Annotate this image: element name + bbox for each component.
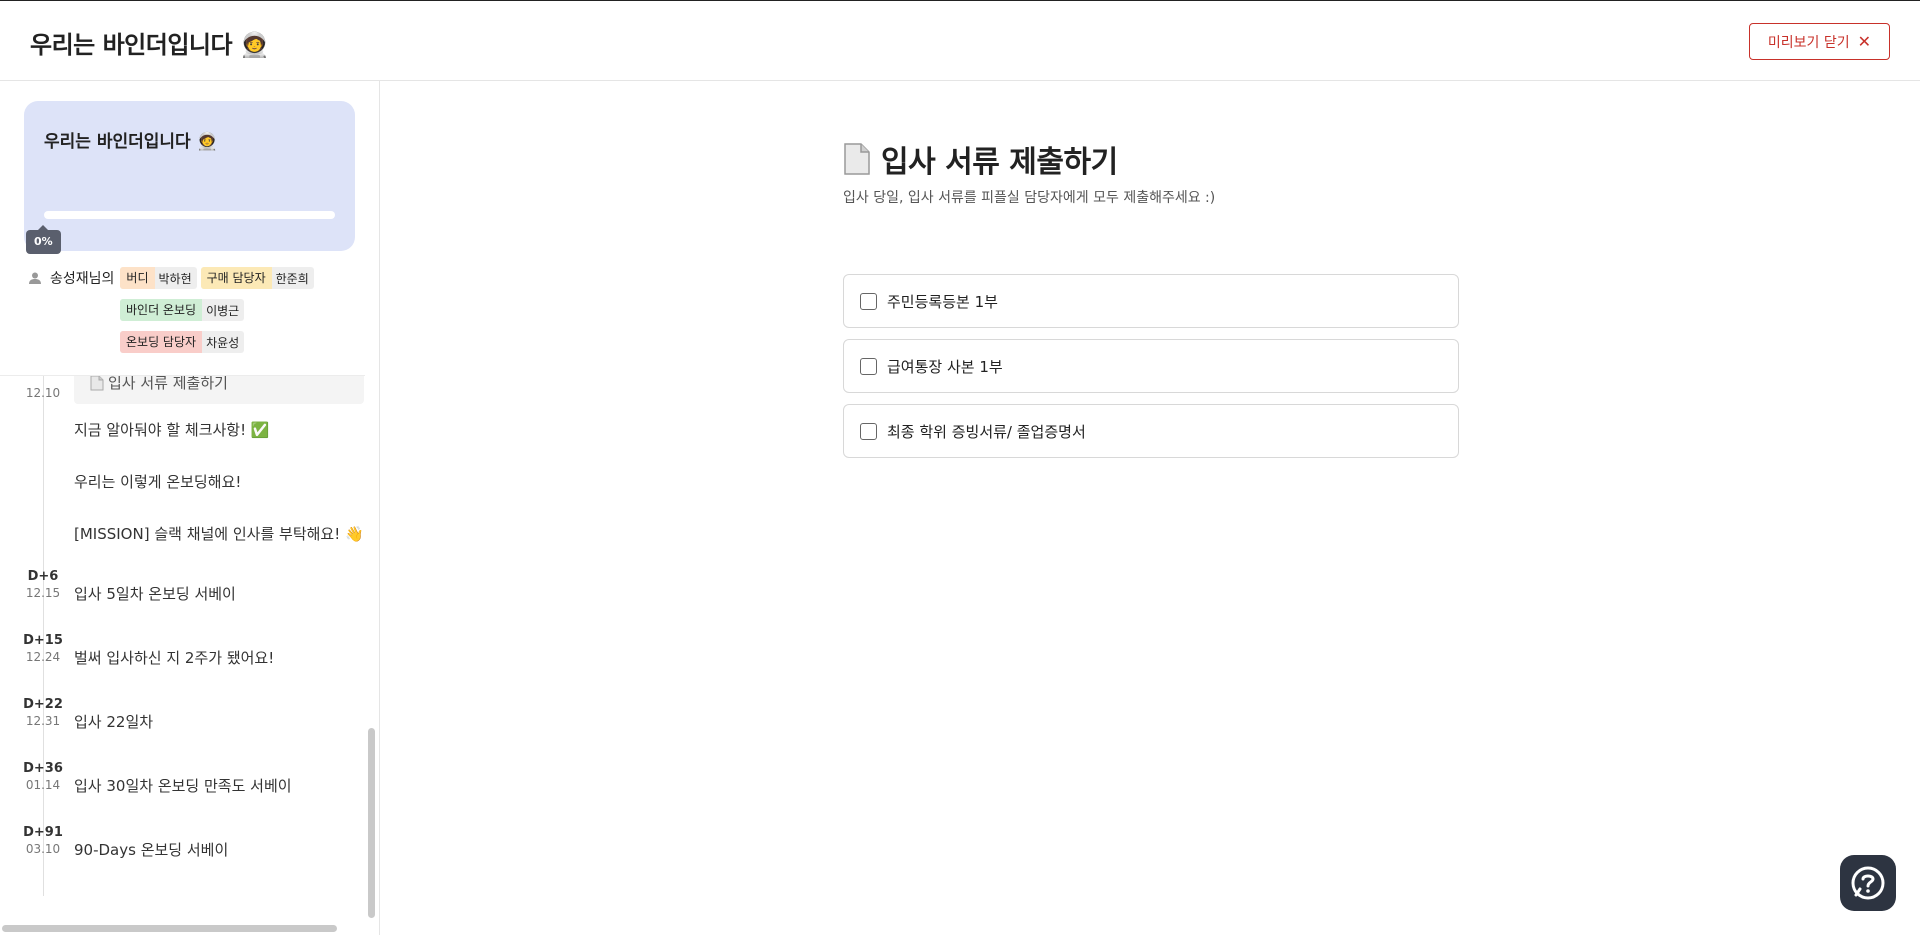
member-tag: 버디 박하현: [120, 267, 197, 289]
timeline-item[interactable]: 입사 5일차 온보딩 서베이: [74, 583, 236, 604]
members-row-2: 바인더 온보딩 이병근: [120, 299, 245, 321]
help-icon: [1851, 866, 1885, 900]
day-offset: D+15: [23, 633, 63, 648]
timeline-item[interactable]: 지금 알아둬야 할 체크사항! ✅: [74, 419, 270, 440]
member-tag: 구매 담당자 한준희: [200, 267, 314, 289]
timeline-item[interactable]: 입사 30일차 온보딩 만족도 서베이: [74, 775, 292, 796]
day-offset: D+36: [23, 761, 63, 776]
timeline-item[interactable]: 벌써 입사하신 지 2주가 됐어요!: [74, 647, 274, 668]
member-name: 한준희: [275, 271, 309, 286]
timeline-list: 12.10 입사 서류 제출하기 지금 알아둬야 할 체크사항! ✅ 우리는 이…: [0, 375, 365, 935]
checklist-item[interactable]: 최종 학위 증빙서류/ 졸업증명서: [843, 404, 1459, 458]
checkbox[interactable]: [860, 357, 877, 375]
checklist-item[interactable]: 주민등록등본 1부: [843, 274, 1459, 328]
progress-bar: [44, 211, 335, 219]
timeline-item[interactable]: 우리는 이렇게 온보딩해요!: [74, 471, 241, 492]
timeline-item[interactable]: 90-Days 온보딩 서베이: [74, 839, 228, 860]
checkbox[interactable]: [860, 292, 877, 310]
timeline-item[interactable]: [MISSION] 슬랙 채널에 인사를 부탁해요! 👋: [74, 523, 364, 544]
app-title: 우리는 바인더입니다 🧑‍🚀: [30, 31, 270, 59]
day-offset: D+22: [23, 697, 63, 712]
close-icon: ✕: [1857, 31, 1871, 51]
horizontal-scrollbar[interactable]: [2, 925, 337, 932]
member-role: 버디: [120, 267, 155, 289]
person-icon: [29, 272, 41, 284]
page-title-text: 입사 서류 제출하기: [881, 145, 1118, 180]
help-button[interactable]: [1840, 855, 1896, 911]
timeline-item-label: 입사 서류 제출하기: [108, 375, 228, 392]
timeline-item-active[interactable]: 입사 서류 제출하기: [74, 375, 364, 404]
day-offset: D+6: [27, 569, 59, 584]
document-icon: [844, 143, 870, 175]
member-name: 박하현: [158, 271, 192, 286]
top-bar: 우리는 바인더입니다 🧑‍🚀 미리보기 닫기 ✕: [0, 0, 1920, 81]
member-name: 차윤성: [206, 335, 240, 350]
member-tag: 온보딩 담당자 차윤성: [120, 331, 245, 353]
checklist-label: 급여통장 사본 1부: [887, 357, 1003, 376]
day-offset: D+91: [23, 825, 63, 840]
members-row-3: 온보딩 담당자 차윤성: [120, 331, 245, 353]
member-role: 바인더 온보딩: [120, 299, 203, 321]
document-icon: [90, 376, 104, 390]
checklist-item[interactable]: 급여통장 사본 1부: [843, 339, 1459, 393]
sidebar: 우리는 바인더입니다 🧑‍🚀 0% 송성재님의 버디 박하현 구매 담당자 한준…: [0, 81, 380, 935]
member-owner: 송성재님의: [50, 271, 115, 287]
checklist-label: 최종 학위 증빙서류/ 졸업증명서: [887, 422, 1086, 441]
member-role: 구매 담당자: [200, 267, 272, 289]
card-title: 우리는 바인더입니다 🧑‍🚀: [44, 132, 218, 152]
member-role: 온보딩 담당자: [120, 331, 203, 353]
close-preview-button[interactable]: 미리보기 닫기 ✕: [1748, 23, 1890, 60]
checkbox[interactable]: [860, 422, 877, 440]
main-content: 입사 서류 제출하기 입사 당일, 입사 서류를 피플실 담당자에게 모두 제출…: [381, 81, 1920, 935]
members-row-1: 송성재님의 버디 박하현 구매 담당자 한준희: [28, 267, 314, 289]
member-tag: 바인더 온보딩 이병근: [120, 299, 245, 321]
onboarding-card[interactable]: 우리는 바인더입니다 🧑‍🚀 0%: [24, 101, 355, 254]
close-preview-label: 미리보기 닫기: [1767, 34, 1850, 51]
page-title: 입사 서류 제출하기: [843, 137, 1118, 181]
member-name: 이병근: [206, 303, 240, 318]
checklist-label: 주민등록등본 1부: [887, 292, 998, 311]
vertical-scrollbar[interactable]: [368, 728, 375, 918]
timeline-item[interactable]: 입사 22일차: [74, 711, 153, 732]
progress-badge: 0%: [26, 225, 61, 254]
page-description: 입사 당일, 입사 서류를 피플실 담당자에게 모두 제출해주세요 :): [843, 190, 1216, 206]
